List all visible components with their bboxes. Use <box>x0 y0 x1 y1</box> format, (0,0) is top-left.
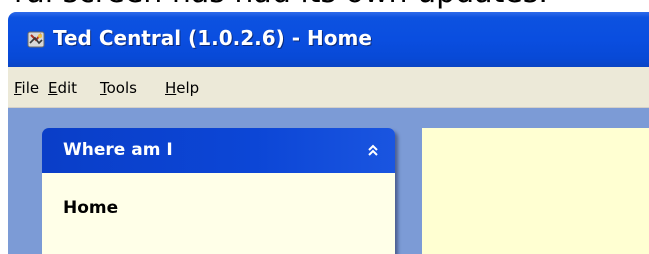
workspace: Where am I Home <box>8 108 649 254</box>
menu-edit[interactable]: Edit <box>48 78 77 98</box>
main-content-area <box>422 128 649 254</box>
chevron-double-up-icon[interactable] <box>363 140 383 160</box>
menu-tools[interactable]: Tools <box>100 78 137 98</box>
app-window: Ted Central (1.0.2.6) - Home File Edit T… <box>8 12 649 254</box>
menu-file[interactable]: File <box>14 78 39 98</box>
background-document-text: ral screen has had its own updates. <box>0 0 649 10</box>
panel-body: Home <box>42 173 395 254</box>
screenshot-stage: ral screen has had its own updates. Ted … <box>0 0 649 254</box>
location-home-link[interactable]: Home <box>63 197 118 219</box>
title-bar[interactable]: Ted Central (1.0.2.6) - Home <box>8 12 649 67</box>
panel-header[interactable]: Where am I <box>42 128 395 173</box>
where-am-i-panel: Where am I Home <box>42 128 395 254</box>
menu-help[interactable]: Help <box>165 78 199 98</box>
ted-app-icon[interactable] <box>25 28 47 50</box>
menu-bar: File Edit Tools Help <box>8 67 649 108</box>
panel-title: Where am I <box>63 140 173 160</box>
window-title: Ted Central (1.0.2.6) - Home <box>53 26 372 50</box>
